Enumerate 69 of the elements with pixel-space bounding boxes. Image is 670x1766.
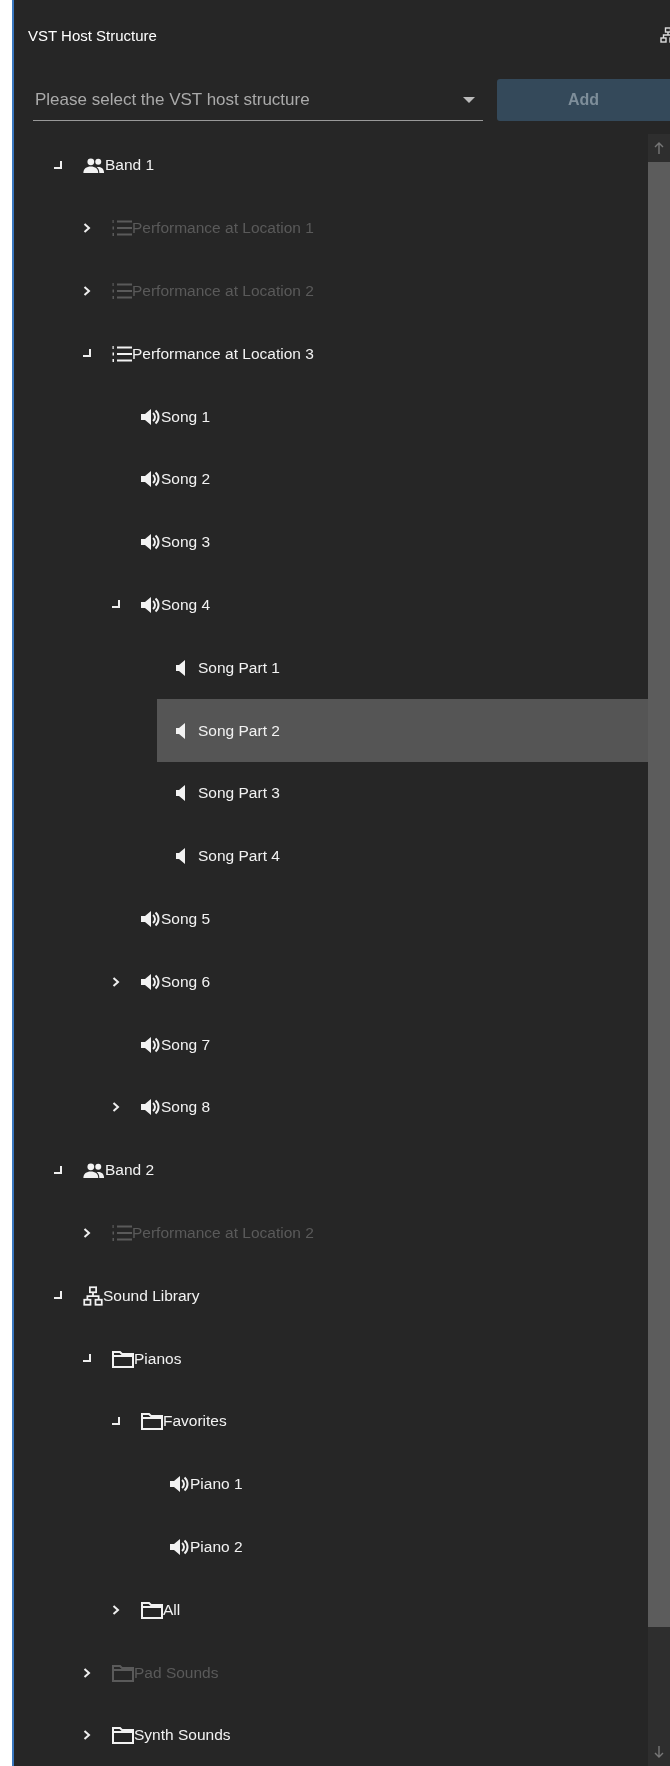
collapse-icon[interactable] [112,1416,121,1426]
collapse-icon[interactable] [83,349,92,359]
expand-chevron-icon[interactable] [83,1730,91,1741]
tree-item[interactable]: Piano 1 [170,1452,243,1516]
speaker-icon [176,659,186,676]
numbered-list-icon [112,1223,132,1242]
folder-icon [112,1726,134,1745]
collapse-icon[interactable] [112,600,121,610]
tree-item[interactable]: Piano 2 [170,1515,243,1579]
folder-icon [112,1663,134,1682]
numbered-list-icon [112,219,132,238]
collapse-icon[interactable] [54,160,63,170]
expand-chevron-icon[interactable] [112,1102,120,1113]
speaker-icon [170,1537,190,1556]
network-icon [83,1285,103,1306]
speaker-icon [176,722,186,739]
speaker-icon [141,595,161,614]
tree-item[interactable]: Band 2 [83,1138,155,1202]
tree-item[interactable]: Song 6 [141,950,211,1014]
tree-item[interactable]: Song Part 3 [170,761,280,825]
tree-item[interactable]: Pianos [112,1327,182,1390]
tree-item[interactable]: Band 1 [83,134,155,197]
tree-item[interactable]: Song 5 [141,887,211,951]
tree-item[interactable]: Song 4 [141,573,211,637]
tree-item[interactable]: Synth Sounds [112,1703,231,1766]
panel-title: VST Host Structure [28,26,157,44]
speaker-icon [141,972,161,991]
tree-item[interactable]: Favorites [141,1389,227,1453]
folder-icon [141,1412,163,1431]
expand-chevron-icon[interactable] [83,1227,91,1238]
speaker-icon [141,533,161,552]
expand-chevron-icon[interactable] [112,1604,120,1615]
speaker-icon [170,1475,190,1494]
collapse-icon[interactable] [83,1354,92,1364]
numbered-list-icon [112,282,132,300]
collapse-icon[interactable] [54,1165,63,1175]
speaker-icon [176,848,186,865]
scroll-down-icon[interactable] [654,1746,664,1758]
expand-chevron-icon[interactable] [83,1667,91,1678]
speaker-icon [141,470,161,489]
tree-item[interactable]: Song 2 [141,448,211,511]
folder-icon [112,1349,134,1368]
collapse-icon[interactable] [54,1291,63,1301]
tree-item[interactable]: Sound Library [83,1264,200,1328]
tree-item[interactable]: Song Part 2 [157,699,648,762]
people-icon [83,1161,105,1179]
tree-item[interactable]: Song 8 [141,1075,211,1139]
speaker-icon [141,909,161,928]
tree-item[interactable]: Song 3 [141,510,211,574]
tree-item[interactable]: Song 7 [141,1013,211,1076]
tree-item[interactable]: Song 1 [141,385,211,448]
expand-chevron-icon[interactable] [112,976,120,987]
expand-chevron-icon[interactable] [83,223,91,234]
tree-item[interactable]: Song Part 1 [170,636,280,700]
numbered-list-icon [112,344,132,363]
scrollbar[interactable] [648,134,670,1766]
caret-icon [463,96,475,103]
folder-icon [141,1600,163,1619]
speaker-icon [141,407,161,426]
speaker-icon [176,785,186,802]
tree-item[interactable]: All [141,1578,181,1642]
tree-item[interactable]: Performance at Location 3 [112,322,314,386]
people-icon [83,156,105,174]
speaker-icon [141,1035,161,1054]
expand-chevron-icon[interactable] [83,286,91,296]
structure-dropdown[interactable]: Please select the VST host structure [33,79,483,121]
speaker-icon [141,1098,161,1117]
tree-item[interactable]: Song Part 4 [170,824,280,888]
scroll-up-icon[interactable] [654,142,664,154]
